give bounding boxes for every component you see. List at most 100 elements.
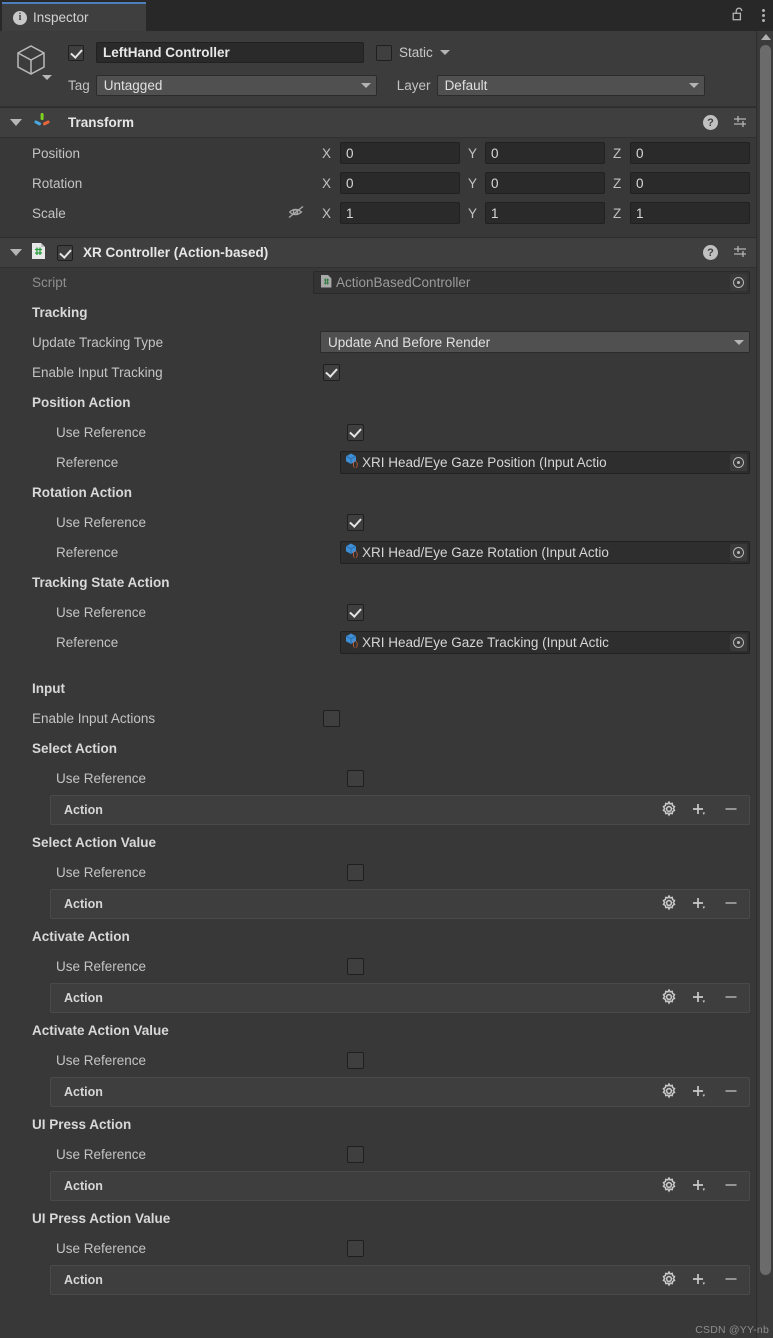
rotation-y-input[interactable]: 0 [485, 172, 605, 194]
scroll-up-arrow-icon[interactable] [761, 34, 771, 40]
use-reference-checkbox[interactable] [347, 1052, 364, 1069]
plus-dropdown-icon[interactable] [691, 1177, 709, 1196]
minus-icon[interactable] [723, 895, 739, 914]
plus-dropdown-icon[interactable] [691, 801, 709, 820]
gameobject-enabled-checkbox[interactable] [68, 45, 84, 61]
minus-icon[interactable] [723, 801, 739, 820]
enable-input-actions-checkbox[interactable] [323, 710, 340, 727]
row-update-tracking-type: Update Tracking TypeUpdate And Before Re… [0, 327, 773, 357]
layer-dropdown[interactable]: Default [437, 75, 705, 96]
enable-input-tracking-checkbox[interactable] [323, 364, 340, 381]
use-reference-checkbox[interactable] [347, 1146, 364, 1163]
row-use-reference: Use Reference [0, 951, 773, 981]
action-field[interactable]: Action [50, 889, 750, 919]
transform-foldout-arrow[interactable] [10, 119, 22, 126]
group-header-label: UI Press Action [32, 1117, 131, 1132]
row-action: Action [0, 793, 773, 827]
kebab-menu-icon[interactable] [762, 9, 765, 22]
use-reference-checkbox[interactable] [347, 604, 364, 621]
rotation-x-input[interactable]: 0 [340, 172, 460, 194]
help-icon[interactable]: ? [703, 115, 718, 130]
action-label: Action [51, 991, 103, 1005]
gameobject-cube-icon[interactable] [12, 41, 50, 79]
reference-object-field[interactable]: ()XRI Head/Eye Gaze Position (Input Acti… [340, 451, 750, 474]
scrollbar-thumb[interactable] [760, 45, 771, 1275]
gameobject-name-row: LeftHand Controller Static [68, 42, 450, 63]
position-x-input[interactable]: 0 [340, 142, 460, 164]
gear-icon[interactable] [661, 801, 677, 820]
action-field[interactable]: Action [50, 1265, 750, 1295]
use-reference-checkbox[interactable] [347, 770, 364, 787]
gear-icon[interactable] [661, 895, 677, 914]
help-icon[interactable]: ? [703, 245, 718, 260]
preset-icon[interactable] [732, 243, 748, 262]
gear-icon[interactable] [661, 1083, 677, 1102]
reference-picker-button[interactable] [730, 544, 747, 561]
minus-icon[interactable] [723, 1271, 739, 1290]
xr-controller-foldout-arrow[interactable] [10, 249, 22, 256]
gameobject-icon-dropdown-arrow[interactable] [42, 75, 52, 80]
action-field[interactable]: Action [50, 1171, 750, 1201]
gear-icon[interactable] [661, 989, 677, 1008]
chevron-down-icon [689, 83, 699, 88]
reference-picker-button[interactable] [730, 634, 747, 651]
minus-icon[interactable] [723, 1083, 739, 1102]
unlocked-padlock-icon[interactable] [732, 6, 746, 25]
xr-controller-enabled-checkbox[interactable] [57, 245, 73, 261]
rotation-z-input[interactable]: 0 [630, 172, 750, 194]
property-label: Use Reference [56, 605, 146, 620]
minus-icon[interactable] [723, 1177, 739, 1196]
axis-y-label: Y [468, 146, 477, 161]
action-field[interactable]: Action [50, 983, 750, 1013]
rotation-z-value: 0 [636, 176, 644, 191]
static-checkbox[interactable] [376, 45, 392, 61]
minus-icon[interactable] [723, 989, 739, 1008]
plus-dropdown-icon[interactable] [691, 1271, 709, 1290]
scale-y-input[interactable]: 1 [485, 202, 605, 224]
action-field[interactable]: Action [50, 795, 750, 825]
scale-x-input[interactable]: 1 [340, 202, 460, 224]
use-reference-checkbox[interactable] [347, 1240, 364, 1257]
plus-dropdown-icon[interactable] [691, 1083, 709, 1102]
script-field[interactable]: ActionBasedController [313, 271, 750, 294]
reference-value: XRI Head/Eye Gaze Tracking (Input Actic [360, 635, 609, 650]
reference-object-field[interactable]: ()XRI Head/Eye Gaze Tracking (Input Acti… [340, 631, 750, 654]
tag-dropdown[interactable]: Untagged [96, 75, 377, 96]
group-header-label: Tracking [32, 305, 88, 320]
use-reference-checkbox[interactable] [347, 514, 364, 531]
svg-text:(): () [353, 459, 359, 468]
info-icon: i [13, 11, 27, 25]
transform-component-header[interactable]: Transform ? [0, 107, 773, 138]
row-reference: Reference()XRI Head/Eye Gaze Tracking (I… [0, 627, 773, 657]
gear-icon[interactable] [661, 1177, 677, 1196]
use-reference-checkbox[interactable] [347, 424, 364, 441]
linked-off-icon[interactable] [287, 204, 307, 223]
reference-object-field[interactable]: ()XRI Head/Eye Gaze Rotation (Input Acti… [340, 541, 750, 564]
gameobject-name-input[interactable]: LeftHand Controller [96, 42, 364, 63]
position-y-input[interactable]: 0 [485, 142, 605, 164]
group-header-rotation-action: Rotation Action [0, 477, 773, 507]
position-z-input[interactable]: 0 [630, 142, 750, 164]
gear-icon[interactable] [661, 1271, 677, 1290]
panel-divider [756, 31, 757, 1338]
xr-controller-component-header[interactable]: XR Controller (Action-based) ? [0, 237, 773, 268]
action-label: Action [51, 1273, 103, 1287]
update-tracking-type-dropdown[interactable]: Update And Before Render [320, 331, 750, 353]
static-dropdown-arrow[interactable] [440, 50, 450, 55]
scale-z-input[interactable]: 1 [630, 202, 750, 224]
reference-value: XRI Head/Eye Gaze Position (Input Actio [360, 455, 607, 470]
use-reference-checkbox[interactable] [347, 958, 364, 975]
use-reference-checkbox[interactable] [347, 864, 364, 881]
svg-text:(): () [353, 639, 359, 648]
action-field[interactable]: Action [50, 1077, 750, 1107]
script-picker-button[interactable] [730, 274, 747, 291]
vertical-scrollbar[interactable] [757, 31, 773, 1338]
action-label: Action [51, 1085, 103, 1099]
gameobject-header: LeftHand Controller Static Tag Untagged … [0, 31, 773, 107]
plus-dropdown-icon[interactable] [691, 895, 709, 914]
group-header-select-action: Select Action [0, 733, 773, 763]
preset-icon[interactable] [732, 113, 748, 132]
plus-dropdown-icon[interactable] [691, 989, 709, 1008]
tab-inspector[interactable]: i Inspector [2, 2, 146, 31]
reference-picker-button[interactable] [730, 454, 747, 471]
